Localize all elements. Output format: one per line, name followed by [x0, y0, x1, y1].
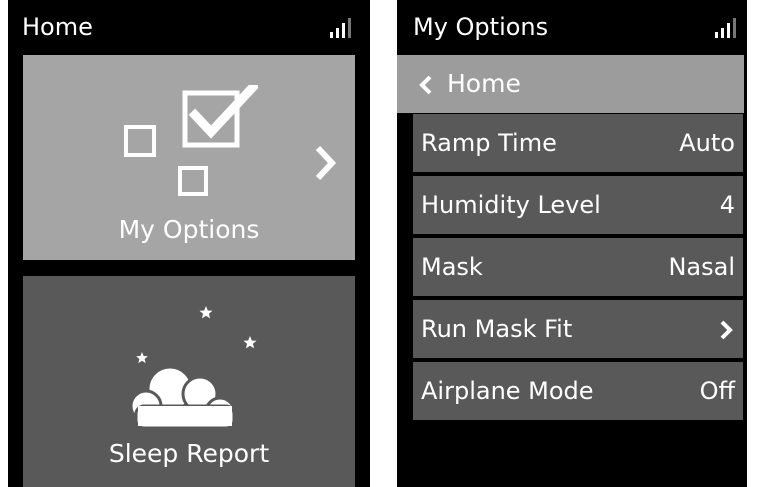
back-label: Home [447, 69, 521, 98]
menu-item-ramp-time[interactable]: Ramp Time Auto [413, 114, 743, 172]
screen-title: My Options [413, 13, 549, 41]
chevron-right-icon [720, 320, 733, 340]
back-to-home-button[interactable]: Home [397, 55, 744, 113]
status-bar: Home [8, 0, 370, 55]
status-bar: My Options [397, 0, 747, 55]
chevron-left-icon [419, 75, 432, 95]
my-options-tile[interactable]: My Options [23, 55, 355, 260]
moon-cloud-icon [129, 306, 257, 430]
home-screen: Home My Options Sleep Report [8, 0, 370, 487]
signal-strength-icon [715, 14, 741, 38]
menu-item-value: 4 [719, 191, 735, 219]
options-checkbox-icon [124, 85, 258, 196]
sleep-report-tile[interactable]: Sleep Report [23, 276, 355, 487]
menu-item-mask[interactable]: Mask Nasal [413, 238, 743, 296]
menu-item-label: Airplane Mode [421, 377, 594, 405]
menu-item-label: Ramp Time [421, 129, 557, 157]
screen-title: Home [22, 13, 93, 41]
menu-item-value: Off [699, 377, 735, 405]
tile-label: Sleep Report [108, 439, 270, 468]
my-options-screen: My Options Home Ramp Time Auto Humidity … [397, 0, 747, 487]
menu-item-humidity-level[interactable]: Humidity Level 4 [413, 176, 743, 234]
menu-item-label: Humidity Level [421, 191, 601, 219]
menu-item-airplane-mode[interactable]: Airplane Mode Off [413, 362, 743, 420]
menu-item-label: Mask [421, 253, 483, 281]
menu-item-run-mask-fit[interactable]: Run Mask Fit [413, 300, 743, 358]
chevron-right-icon [315, 145, 337, 181]
options-menu: Ramp Time Auto Humidity Level 4 Mask Nas… [413, 114, 743, 424]
menu-item-value: Nasal [668, 253, 735, 281]
menu-item-value: Auto [679, 129, 735, 157]
signal-strength-icon [330, 14, 356, 38]
tile-label: My Options [118, 215, 260, 244]
menu-item-label: Run Mask Fit [421, 315, 573, 343]
